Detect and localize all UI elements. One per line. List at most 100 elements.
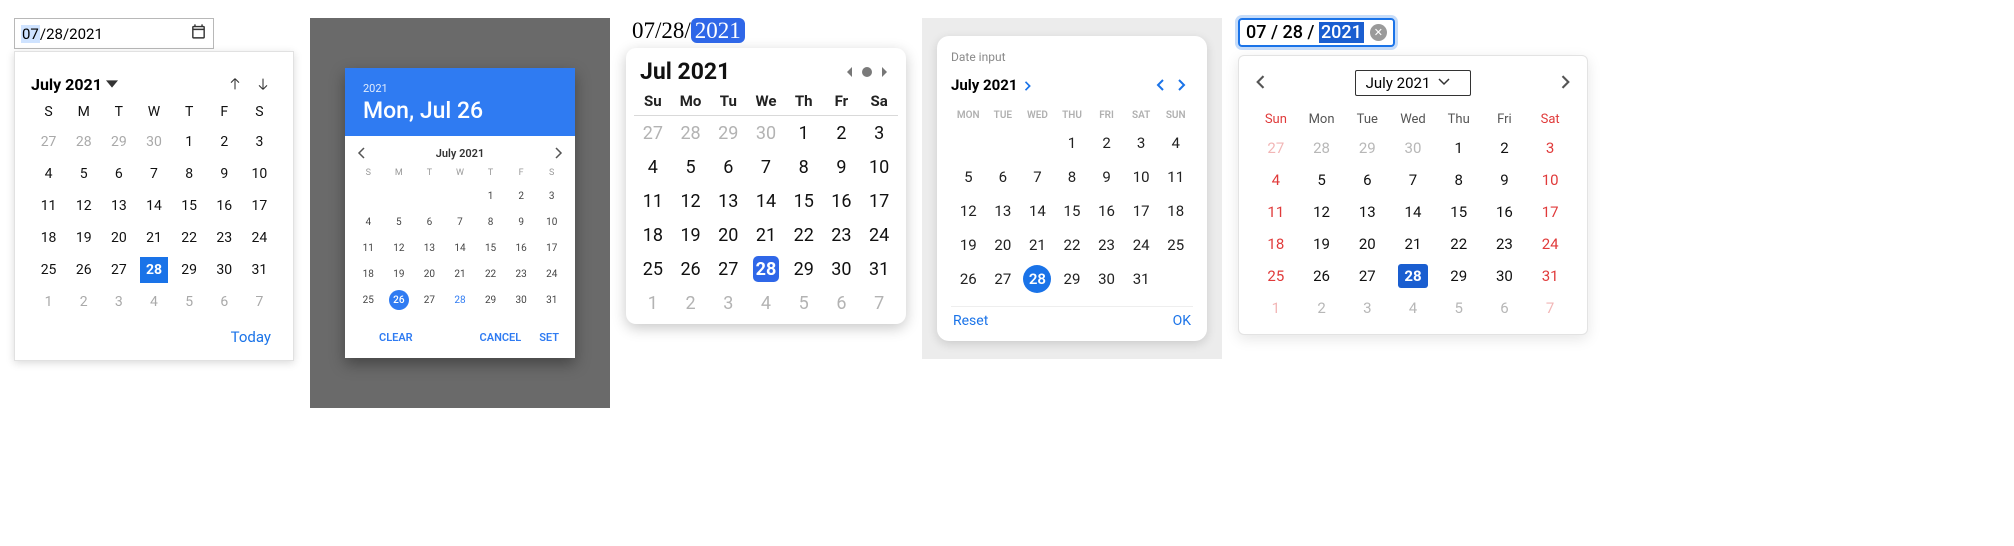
- day-cell[interactable]: 21: [747, 218, 785, 252]
- day-cell[interactable]: 31: [536, 287, 567, 313]
- day-cell[interactable]: 5: [384, 209, 415, 235]
- day-cell[interactable]: 16: [1482, 196, 1528, 228]
- day-cell[interactable]: 8: [475, 209, 506, 235]
- day-cell[interactable]: 31: [860, 252, 898, 286]
- month-select[interactable]: July 2021: [1355, 70, 1472, 96]
- prev-month-button[interactable]: [1253, 74, 1267, 93]
- hero-year[interactable]: 2021: [363, 82, 557, 95]
- day-cell[interactable]: 17: [536, 235, 567, 261]
- day-cell[interactable]: 15: [785, 184, 823, 218]
- day-cell[interactable]: 5: [1436, 292, 1482, 324]
- day-cell[interactable]: 11: [634, 184, 672, 218]
- cancel-button[interactable]: CANCEL: [480, 331, 522, 344]
- day-cell[interactable]: 10: [1124, 160, 1159, 194]
- day-cell[interactable]: 18: [1158, 194, 1193, 228]
- day-cell[interactable]: 4: [31, 158, 66, 190]
- day-cell[interactable]: 24: [242, 222, 277, 254]
- day-cell[interactable]: 27: [1344, 260, 1390, 292]
- day-cell[interactable]: 10: [536, 209, 567, 235]
- day-cell[interactable]: 22: [1055, 228, 1090, 262]
- day-cell-selected[interactable]: 28: [1020, 262, 1055, 296]
- day-cell[interactable]: 8: [1055, 160, 1090, 194]
- day-cell[interactable]: 4: [1390, 292, 1436, 324]
- day-cell[interactable]: 29: [785, 252, 823, 286]
- day-cell[interactable]: 23: [506, 261, 537, 287]
- day-cell[interactable]: 27: [634, 116, 672, 150]
- day-cell[interactable]: 21: [1390, 228, 1436, 260]
- day-cell[interactable]: 1: [634, 286, 672, 320]
- day-cell[interactable]: 22: [172, 222, 207, 254]
- day-cell[interactable]: 16: [506, 235, 537, 261]
- next-month-button[interactable]: [876, 63, 894, 81]
- day-cell[interactable]: 2: [823, 116, 861, 150]
- day-cell[interactable]: 9: [1089, 160, 1124, 194]
- day-cell[interactable]: 6: [101, 158, 136, 190]
- day-cell[interactable]: 22: [1436, 228, 1482, 260]
- day-cell[interactable]: 18: [1253, 228, 1299, 260]
- day-cell[interactable]: 24: [1124, 228, 1159, 262]
- day-cell[interactable]: 5: [785, 286, 823, 320]
- day-cell[interactable]: 17: [242, 190, 277, 222]
- day-cell[interactable]: 7: [136, 158, 171, 190]
- day-cell[interactable]: 1: [475, 183, 506, 209]
- ok-button[interactable]: OK: [1173, 313, 1191, 329]
- day-cell[interactable]: 14: [747, 184, 785, 218]
- day-cell[interactable]: 10: [860, 150, 898, 184]
- day-cell[interactable]: 21: [136, 222, 171, 254]
- day-cell[interactable]: 31: [242, 254, 277, 286]
- day-cell[interactable]: 11: [353, 235, 384, 261]
- set-button[interactable]: SET: [539, 331, 559, 344]
- day-cell[interactable]: 29: [475, 287, 506, 313]
- day-cell[interactable]: 6: [709, 150, 747, 184]
- day-cell[interactable]: 28: [66, 126, 101, 158]
- day-cell[interactable]: 19: [384, 261, 415, 287]
- day-cell[interactable]: 1: [785, 116, 823, 150]
- date-input[interactable]: 07/28/2021: [632, 18, 906, 44]
- day-cell[interactable]: 5: [951, 160, 986, 194]
- day-cell[interactable]: 8: [785, 150, 823, 184]
- day-cell[interactable]: 24: [536, 261, 567, 287]
- prev-month-button[interactable]: [221, 70, 249, 98]
- day-cell[interactable]: 3: [709, 286, 747, 320]
- day-cell[interactable]: 1: [1436, 132, 1482, 164]
- day-cell[interactable]: 22: [785, 218, 823, 252]
- day-cell[interactable]: 7: [242, 286, 277, 318]
- day-cell[interactable]: 3: [1344, 292, 1390, 324]
- day-cell[interactable]: 26: [672, 252, 710, 286]
- prev-month-button[interactable]: [355, 144, 367, 163]
- day-cell[interactable]: 8: [172, 158, 207, 190]
- day-cell[interactable]: 2: [1482, 132, 1528, 164]
- day-cell[interactable]: 15: [1055, 194, 1090, 228]
- day-cell[interactable]: 12: [66, 190, 101, 222]
- day-cell[interactable]: 16: [1089, 194, 1124, 228]
- next-month-button[interactable]: [1171, 74, 1193, 96]
- prev-month-button[interactable]: [840, 63, 858, 81]
- day-cell[interactable]: 23: [207, 222, 242, 254]
- day-cell[interactable]: 21: [1020, 228, 1055, 262]
- day-cell[interactable]: 14: [1390, 196, 1436, 228]
- day-cell[interactable]: 30: [823, 252, 861, 286]
- day-cell[interactable]: 29: [709, 116, 747, 150]
- day-cell[interactable]: 1: [1055, 126, 1090, 160]
- day-cell-selected[interactable]: 28: [1390, 260, 1436, 292]
- day-cell[interactable]: 31: [1124, 262, 1159, 296]
- day-cell[interactable]: 16: [823, 184, 861, 218]
- day-cell[interactable]: 17: [860, 184, 898, 218]
- day-cell[interactable]: 4: [136, 286, 171, 318]
- day-cell[interactable]: 26: [951, 262, 986, 296]
- day-cell[interactable]: 12: [951, 194, 986, 228]
- day-cell[interactable]: 26: [66, 254, 101, 286]
- day-cell[interactable]: 18: [634, 218, 672, 252]
- day-cell[interactable]: 19: [1299, 228, 1345, 260]
- day-cell[interactable]: 2: [207, 126, 242, 158]
- day-cell[interactable]: 11: [1253, 196, 1299, 228]
- day-cell[interactable]: 5: [66, 158, 101, 190]
- day-cell[interactable]: 25: [634, 252, 672, 286]
- day-cell[interactable]: 29: [1344, 132, 1390, 164]
- day-cell[interactable]: 17: [1124, 194, 1159, 228]
- calendar-icon[interactable]: [190, 23, 207, 44]
- day-cell[interactable]: 27: [986, 262, 1021, 296]
- day-cell[interactable]: 3: [860, 116, 898, 150]
- day-cell[interactable]: 13: [101, 190, 136, 222]
- day-cell[interactable]: 20: [101, 222, 136, 254]
